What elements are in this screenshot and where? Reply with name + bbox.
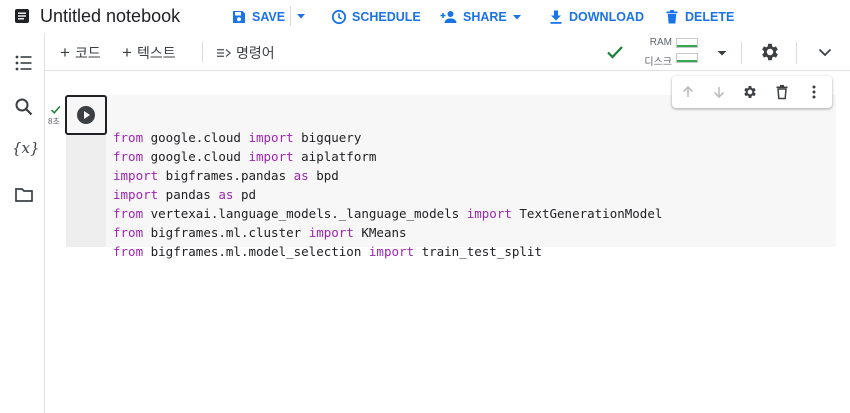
save-split-divider xyxy=(290,6,291,26)
connected-check-icon xyxy=(607,46,623,59)
code-keyword: import xyxy=(113,187,159,202)
connection-dropdown-icon[interactable] xyxy=(715,46,729,60)
code-keyword: import xyxy=(113,168,159,183)
code-keyword: from xyxy=(113,206,144,221)
top-bar: Untitled notebook SAVE SCHEDULE SHARE DO… xyxy=(0,0,850,33)
notebook-title[interactable]: Untitled notebook xyxy=(40,6,180,27)
save-button[interactable]: SAVE xyxy=(231,0,285,33)
code-text: pandas xyxy=(158,187,219,202)
code-text: bigquery xyxy=(293,130,362,145)
code-line[interactable]: import bigframes.pandas as bpd xyxy=(113,166,662,185)
notebook-toolbar: + 코드 + 텍스트 명령어 RAM 디스크 xyxy=(45,33,850,71)
play-icon xyxy=(77,106,95,124)
code-cell[interactable]: 8초 from google.cloud import bigquery from… xyxy=(48,95,836,259)
arrow-down-icon[interactable] xyxy=(711,84,727,100)
share-label: SHARE xyxy=(463,9,507,24)
code-line[interactable]: from google.cloud import bigquery xyxy=(113,128,662,147)
execution-success-check-icon xyxy=(50,106,61,114)
cell-settings-gear-icon[interactable] xyxy=(742,84,758,100)
code-keyword: import xyxy=(248,149,294,164)
schedule-button[interactable]: SCHEDULE xyxy=(331,0,421,33)
arrow-up-icon[interactable] xyxy=(680,84,696,100)
code-keyword: from xyxy=(113,130,144,145)
code-keyword: from xyxy=(113,244,144,259)
command-palette-label: 명령어 xyxy=(236,45,275,61)
code-text: vertexai.language_models._language_model… xyxy=(143,206,467,221)
ram-usage-bar[interactable] xyxy=(676,38,698,48)
settings-gear-icon[interactable] xyxy=(759,41,781,63)
person-add-icon xyxy=(440,10,457,23)
code-keyword: as xyxy=(218,187,234,202)
share-button[interactable]: SHARE xyxy=(440,0,523,33)
add-text-label: 텍스트 xyxy=(136,45,176,61)
toolbar-divider xyxy=(796,42,797,64)
code-keyword: from xyxy=(113,225,144,240)
code-text: TextGenerationModel xyxy=(511,206,663,221)
schedule-label: SCHEDULE xyxy=(352,9,421,24)
code-editor[interactable]: from google.cloud import bigquery from go… xyxy=(113,128,662,261)
code-text: bigframes.pandas xyxy=(158,168,294,183)
search-icon[interactable] xyxy=(14,97,34,117)
delete-button[interactable]: DELETE xyxy=(664,0,734,33)
code-keyword: import xyxy=(466,206,512,221)
share-dropdown-icon xyxy=(512,14,521,19)
code-keyword: from xyxy=(113,149,144,164)
code-text: bigframes.ml.model_selection xyxy=(143,244,369,259)
code-keyword: import xyxy=(308,225,354,240)
code-keyword: as xyxy=(293,168,309,183)
cell-toolbar xyxy=(672,76,832,108)
chevron-down-icon[interactable] xyxy=(817,44,833,60)
save-icon xyxy=(233,10,245,23)
plus-icon: + xyxy=(60,43,70,62)
add-code-button[interactable]: + 코드 xyxy=(60,43,101,63)
code-line[interactable]: from google.cloud import aiplatform xyxy=(113,147,662,166)
code-line[interactable]: from bigframes.ml.cluster import KMeans xyxy=(113,223,662,242)
execution-time: 8초 xyxy=(48,117,60,126)
left-sidebar: {x} xyxy=(0,33,45,413)
code-text: KMeans xyxy=(353,225,407,240)
notebook-main: 8초 from google.cloud import bigquery from… xyxy=(46,72,850,413)
schedule-icon xyxy=(331,9,347,24)
plus-icon: + xyxy=(122,43,132,62)
run-cell-button[interactable] xyxy=(65,95,107,135)
ram-label: RAM xyxy=(649,37,672,48)
code-text: train_test_split xyxy=(414,244,542,259)
download-icon xyxy=(550,10,562,24)
toolbar-divider xyxy=(202,42,203,62)
trash-icon xyxy=(666,9,678,23)
toolbar-divider xyxy=(741,42,742,64)
disk-usage-bar[interactable] xyxy=(676,53,698,63)
more-vert-icon[interactable] xyxy=(806,84,822,100)
code-text: bigframes.ml.cluster xyxy=(143,225,309,240)
folder-icon[interactable] xyxy=(14,185,34,205)
delete-label: DELETE xyxy=(685,9,735,24)
code-text: google.cloud xyxy=(143,130,249,145)
code-text: bpd xyxy=(308,168,339,183)
code-line[interactable]: from vertexai.language_models._language_… xyxy=(113,204,662,223)
save-dropdown-icon[interactable] xyxy=(294,9,308,23)
download-label: DOWNLOAD xyxy=(569,9,644,24)
notebook-icon xyxy=(15,9,29,23)
code-text: google.cloud xyxy=(143,149,249,164)
code-text: pd xyxy=(233,187,257,202)
add-code-label: 코드 xyxy=(74,45,101,61)
code-keyword: import xyxy=(368,244,415,259)
download-button[interactable]: DOWNLOAD xyxy=(548,0,644,33)
code-keyword: import xyxy=(248,130,294,145)
table-of-contents-icon[interactable] xyxy=(14,53,34,73)
code-line[interactable]: import pandas as pd xyxy=(113,185,662,204)
save-label: SAVE xyxy=(252,9,286,24)
command-palette-button[interactable]: 명령어 xyxy=(216,43,275,63)
disk-label: 디스크 xyxy=(644,57,672,68)
add-text-button[interactable]: + 텍스트 xyxy=(122,43,176,63)
command-icon xyxy=(217,48,232,58)
code-text: aiplatform xyxy=(293,149,377,164)
delete-cell-trash-icon[interactable] xyxy=(774,84,790,100)
code-line[interactable]: from bigframes.ml.model_selection import… xyxy=(113,242,662,261)
variables-icon[interactable]: {x} xyxy=(12,139,40,157)
